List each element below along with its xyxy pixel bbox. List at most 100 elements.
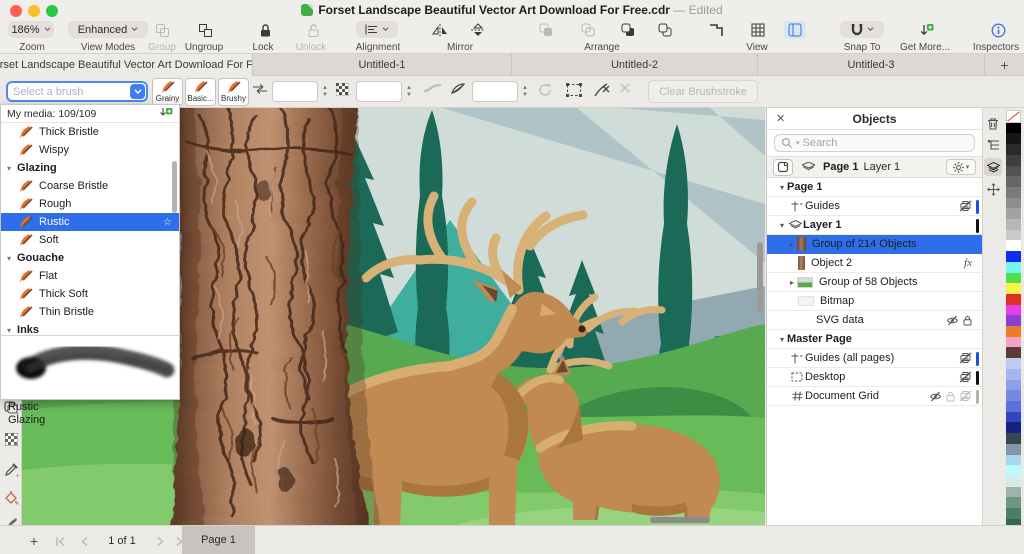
color-swatch-12[interactable] <box>1006 240 1021 251</box>
mirror-vertical-icon[interactable] <box>468 21 488 39</box>
color-swatch-20[interactable] <box>1006 326 1021 337</box>
object-row-group-of-214-objects[interactable]: ▸Group of 214 Objects <box>767 235 982 254</box>
color-swatch-32[interactable] <box>1006 455 1021 466</box>
feather-input[interactable] <box>472 81 518 102</box>
import-media-icon[interactable] <box>159 107 173 120</box>
print-off-icon[interactable] <box>959 200 972 212</box>
color-swatch-26[interactable] <box>1006 390 1021 401</box>
previous-page-icon[interactable] <box>76 533 92 549</box>
ungroup-icon[interactable] <box>195 21 215 39</box>
color-swatch-9[interactable] <box>1006 208 1021 219</box>
feather-icon[interactable] <box>450 83 466 95</box>
expander-icon[interactable]: ▾ <box>777 221 787 230</box>
pick-brushstroke-icon[interactable] <box>594 83 610 97</box>
document-tab-3[interactable]: Untitled-2 <box>512 54 758 76</box>
to-front-icon[interactable] <box>536 21 556 39</box>
color-swatch-24[interactable] <box>1006 369 1021 380</box>
color-swatch-10[interactable] <box>1006 219 1021 230</box>
document-tab-4[interactable]: Untitled-3 <box>758 54 985 76</box>
lock-icon[interactable] <box>963 315 972 326</box>
layer-options-gear-button[interactable]: ▾ <box>946 159 976 175</box>
object-row-document-grid[interactable]: Document Grid <box>767 387 982 406</box>
color-swatch-18[interactable] <box>1006 305 1021 316</box>
favorite-star-icon[interactable]: ☆ <box>163 217 172 228</box>
brush-group-gouache[interactable]: ▾Gouache <box>1 249 179 267</box>
effects-icon[interactable]: fx <box>964 257 972 269</box>
object-row-object-2[interactable]: Object 2fx <box>767 254 982 273</box>
object-row-group-of-58-objects[interactable]: ▸Group of 58 Objects <box>767 273 982 292</box>
print-off-icon[interactable] <box>959 352 972 364</box>
brush-preset-grainy[interactable]: Grainy <box>152 78 183 106</box>
vertical-scrollbar[interactable] <box>757 242 763 314</box>
color-swatch-21[interactable] <box>1006 337 1021 348</box>
brush-item-thin-bristle[interactable]: Thin Bristle <box>1 303 179 321</box>
zoom-level-dropdown[interactable]: 186% <box>8 21 54 38</box>
new-document-tab-button[interactable]: + <box>985 54 1024 75</box>
color-swatch-25[interactable] <box>1006 380 1021 391</box>
print-off-icon[interactable] <box>959 390 972 402</box>
expander-icon[interactable]: ▾ <box>777 335 787 344</box>
search-field[interactable]: ▾ Search <box>774 134 975 152</box>
brush-size-stepper[interactable]: ▲▼ <box>320 81 330 102</box>
color-swatch-34[interactable] <box>1006 476 1021 487</box>
eyedropper-tool-icon[interactable] <box>2 460 20 478</box>
expander-icon[interactable]: ▾ <box>777 183 787 192</box>
color-swatch-30[interactable] <box>1006 433 1021 444</box>
color-swatch-33[interactable] <box>1006 465 1021 476</box>
marquee-select-icon[interactable] <box>566 83 582 97</box>
chevron-down-icon[interactable]: ▾ <box>7 254 11 263</box>
panel-view-icon[interactable] <box>784 21 806 39</box>
transparency-pattern-icon[interactable] <box>336 83 349 96</box>
color-swatch-2[interactable] <box>1006 133 1021 144</box>
color-swatch-8[interactable] <box>1006 198 1021 209</box>
inspectors-icon[interactable] <box>988 21 1008 39</box>
remove-brushstroke-icon[interactable] <box>618 83 632 95</box>
page-sorter-icon[interactable] <box>706 21 726 39</box>
transparency-stepper[interactable]: ▲▼ <box>404 81 414 102</box>
layer-color-bar[interactable] <box>976 352 980 366</box>
view-mode-dropdown[interactable]: Enhanced <box>68 21 148 38</box>
grid-view-icon[interactable] <box>748 21 768 39</box>
layer-color-bar[interactable] <box>976 371 980 385</box>
brush-item-rough[interactable]: Rough <box>1 195 179 213</box>
color-swatch-35[interactable] <box>1006 487 1021 498</box>
alignment-dropdown[interactable] <box>356 21 398 38</box>
eye-off-icon[interactable] <box>946 315 959 326</box>
color-swatch-19[interactable] <box>1006 315 1021 326</box>
backward-one-icon[interactable] <box>618 21 638 39</box>
object-row-master-page[interactable]: ▾Master Page <box>767 330 982 349</box>
brush-item-thick-soft[interactable]: Thick Soft <box>1 285 179 303</box>
brush-item-wispy[interactable]: Wispy <box>1 141 179 159</box>
brush-item-thick-bristle[interactable]: Thick Bristle <box>1 123 179 141</box>
color-swatch-5[interactable] <box>1006 166 1021 177</box>
expander-icon[interactable]: ▸ <box>787 278 797 287</box>
fill-tool-icon[interactable] <box>2 488 20 506</box>
brush-picker-combobox[interactable]: Select a brush <box>6 81 148 102</box>
brush-preset-basic[interactable]: Basic... <box>185 78 216 106</box>
color-swatch-15[interactable] <box>1006 273 1021 284</box>
rotate-icon[interactable] <box>538 83 552 97</box>
object-row-guides[interactable]: Guides <box>767 197 982 216</box>
color-swatch-4[interactable] <box>1006 155 1021 166</box>
close-icon[interactable]: ✕ <box>776 112 785 125</box>
search-scope-chevron-icon[interactable]: ▾ <box>796 139 800 147</box>
chevron-down-icon[interactable] <box>130 84 145 99</box>
position-inspector-icon[interactable] <box>984 180 1002 198</box>
page-tab[interactable]: Page 1 <box>182 526 255 554</box>
brush-item-soft[interactable]: Soft <box>1 231 179 249</box>
color-swatch-3[interactable] <box>1006 144 1021 155</box>
brush-item-coarse-bristle[interactable]: Coarse Bristle <box>1 177 179 195</box>
snap-to-dropdown[interactable] <box>840 21 884 38</box>
brush-preset-brushy[interactable]: Brushy <box>218 78 249 106</box>
layer-color-bar[interactable] <box>976 200 980 214</box>
brush-group-glazing[interactable]: ▾Glazing <box>1 159 179 177</box>
get-more-icon[interactable] <box>916 21 936 39</box>
layer-color-bar[interactable] <box>976 219 980 233</box>
eye-off-icon[interactable] <box>929 391 942 402</box>
add-page-button[interactable]: + <box>26 533 42 549</box>
color-swatch-7[interactable] <box>1006 187 1021 198</box>
color-swatch-28[interactable] <box>1006 412 1021 423</box>
current-page-view-toggle[interactable] <box>773 159 793 176</box>
no-color-swatch[interactable] <box>1006 110 1021 123</box>
lock-icon[interactable] <box>255 21 275 39</box>
